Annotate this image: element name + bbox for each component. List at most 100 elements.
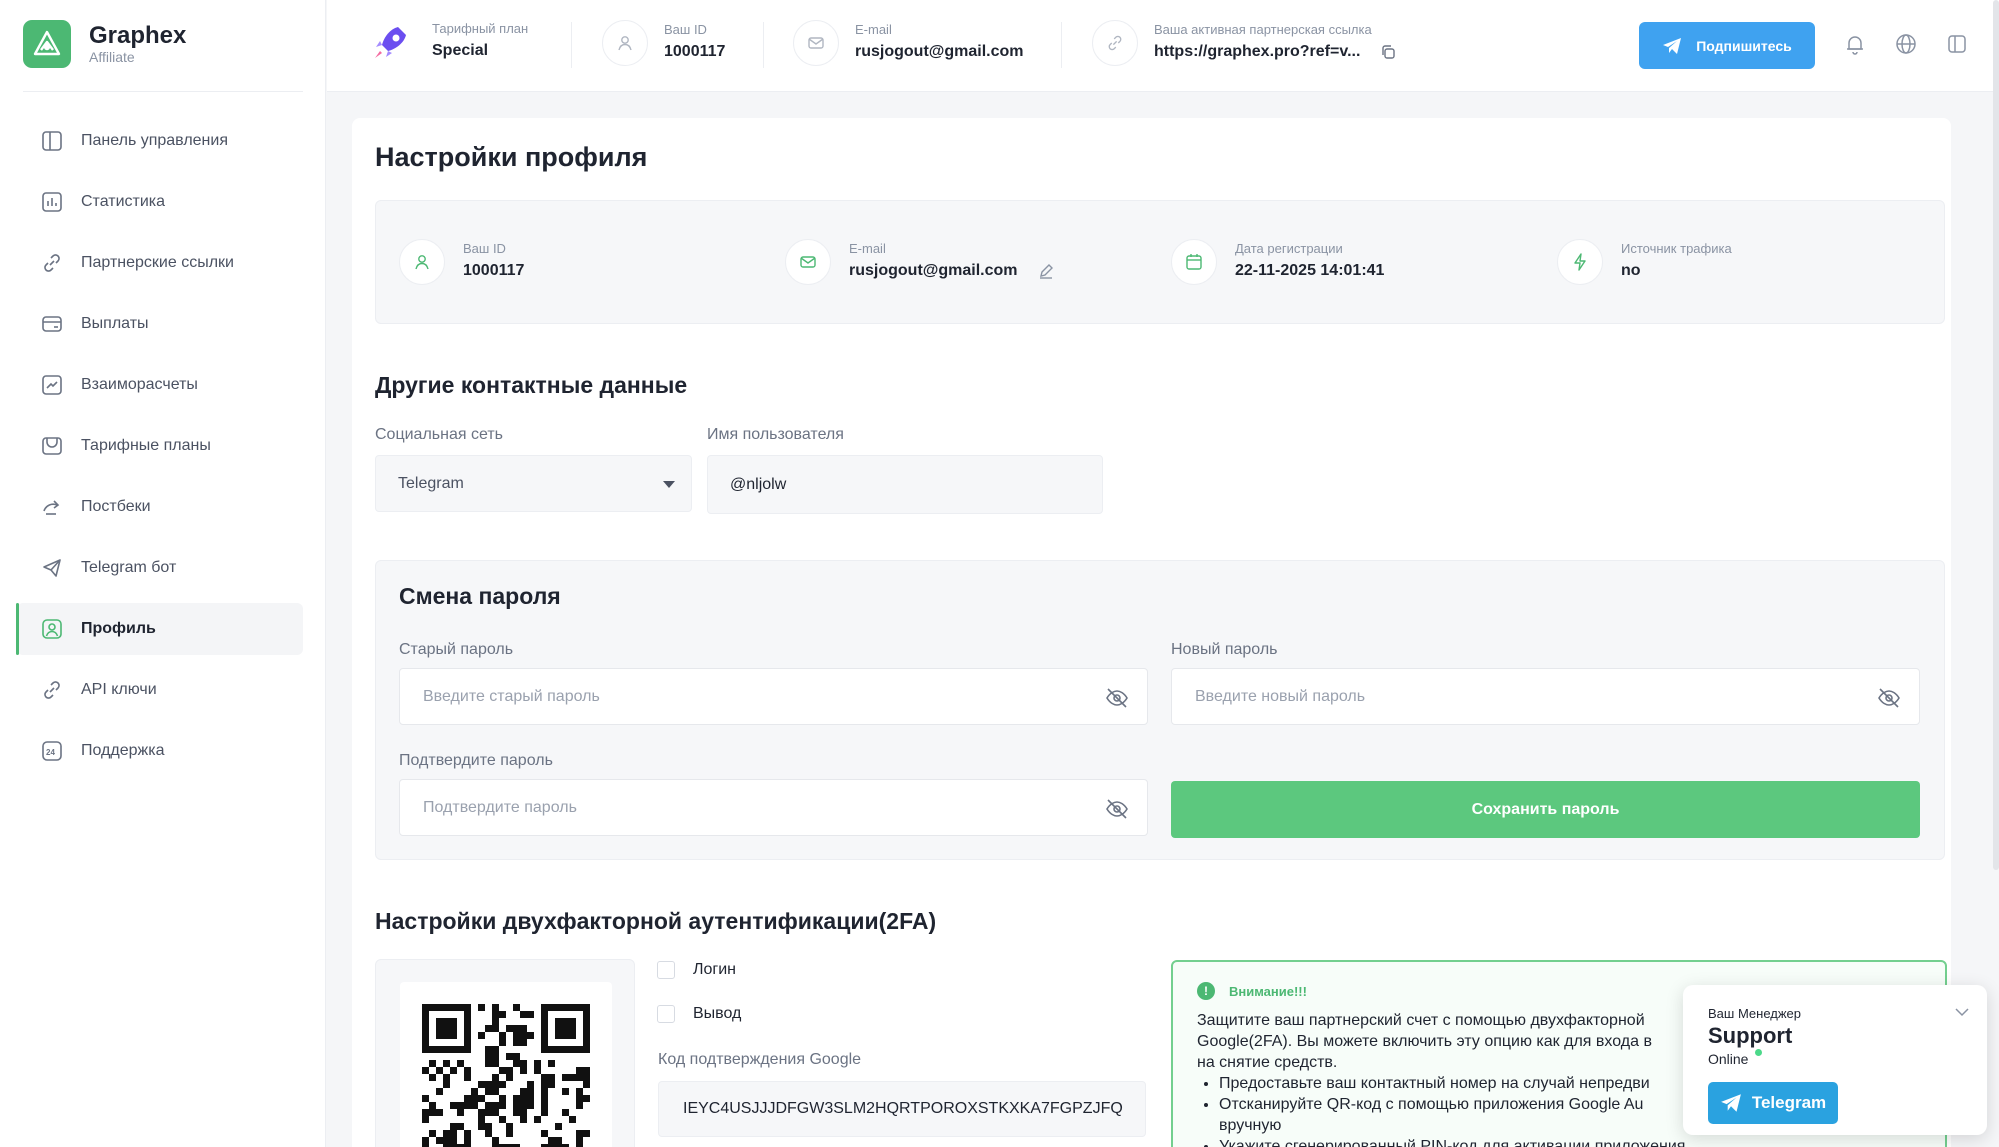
plan-label: Тарифный план [432, 21, 529, 36]
eye-off-icon[interactable] [1877, 686, 1901, 710]
mail-icon [793, 20, 839, 66]
support-widget: Ваш Менеджер Support Online Telegram [1683, 985, 1987, 1135]
google-code-label: Код подтверждения Google [658, 1051, 862, 1068]
withdraw-label: Вывод [693, 1005, 742, 1022]
sidebar-item-label: Постбеки [81, 498, 151, 515]
chevron-down-icon[interactable] [1953, 1003, 1971, 1021]
sidebar-item-label: Профиль [81, 620, 156, 637]
info-email: E-mail rusjogout@gmail.com [785, 239, 1054, 285]
dashboard-icon [41, 130, 63, 152]
info-email-label: E-mail [849, 241, 886, 256]
sidebar-divider [23, 91, 303, 92]
chart-icon [41, 191, 63, 213]
sidebar-item-api-keys[interactable]: API ключи [17, 664, 303, 716]
subscribe-button[interactable]: Подпишитесь [1639, 22, 1815, 69]
sidebar-item-label: Telegram бот [81, 559, 177, 576]
sidebar: Graphex Affiliate Панель управления Стат… [0, 0, 326, 1147]
manager-status: Online [1708, 1051, 1749, 1067]
sidebar-item-label: Взаиморасчеты [81, 376, 198, 393]
info-id-value: 1000117 [463, 262, 525, 279]
lightning-icon [1557, 239, 1603, 285]
google-code-field[interactable]: IEYC4USJJJDFGW3SLM2HQRTPOROXSTKXKA7FGPZJ… [658, 1081, 1146, 1137]
confirm-password-input[interactable]: Подтвердите пароль [399, 779, 1148, 836]
sidebar-item-support[interactable]: 24 Поддержка [17, 725, 303, 777]
social-value: Telegram [398, 474, 464, 492]
twofa-title: Настройки двухфакторной аутентификации(2… [375, 908, 937, 934]
new-password-input[interactable]: Введите новый пароль [1171, 668, 1920, 725]
manager-name: Support [1708, 1023, 1793, 1048]
plan-info: Тарифный план Special [370, 20, 528, 64]
link-icon [1092, 20, 1138, 66]
new-password-placeholder: Введите новый пароль [1195, 687, 1366, 705]
sidebar-item-profile[interactable]: Профиль [16, 603, 303, 655]
page-title: Настройки профиля [375, 142, 648, 172]
layout-toggle-icon[interactable] [1945, 32, 1969, 56]
sidebar-item-partner-links[interactable]: Партнерские ссылки [17, 237, 303, 289]
header-divider [571, 22, 572, 68]
warning-bullet: Укажите сгенерированный PIN-код для акти… [1219, 1136, 1945, 1147]
sidebar-item-postbacks[interactable]: Постбеки [17, 481, 303, 533]
old-password-input[interactable]: Введите старый пароль [399, 668, 1148, 725]
sidebar-item-settlements[interactable]: Взаиморасчеты [17, 359, 303, 411]
confirm-password-placeholder: Подтвердите пароль [423, 798, 577, 816]
copy-icon[interactable] [1380, 44, 1396, 60]
profile-info-box: Ваш ID 1000117 E-mail rusjogout@gmail.co… [375, 200, 1945, 324]
new-password-label: Новый пароль [1171, 641, 1278, 658]
contacts-title: Другие контактные данные [375, 372, 688, 398]
partner-link-label: Ваша активная партнерская ссылка [1154, 22, 1372, 37]
sidebar-item-dashboard[interactable]: Панель управления [17, 115, 303, 167]
sidebar-item-plans[interactable]: Тарифные планы [17, 420, 303, 472]
id-value: 1000117 [664, 43, 726, 60]
social-label: Социальная сеть [375, 426, 503, 443]
edit-icon[interactable] [1038, 263, 1054, 279]
sidebar-item-label: Панель управления [81, 132, 228, 149]
source-value: no [1621, 262, 1641, 279]
brand-name: Graphex [89, 22, 187, 49]
login-checkbox[interactable] [657, 961, 675, 979]
id-label: Ваш ID [664, 22, 707, 37]
profile-icon [41, 618, 63, 640]
wallet-icon [41, 313, 63, 335]
telegram-button-label: Telegram [1751, 1093, 1827, 1112]
sidebar-item-label: Тарифные планы [81, 437, 211, 454]
user-icon [602, 20, 648, 66]
brand-logo[interactable]: Graphex Affiliate [23, 20, 186, 68]
info-user-id: Ваш ID 1000117 [399, 239, 524, 285]
globe-icon[interactable] [1894, 32, 1918, 56]
page-scrollbar[interactable] [1993, 0, 1999, 870]
info-email-value: rusjogout@gmail.com [849, 262, 1018, 279]
eye-off-icon[interactable] [1105, 686, 1129, 710]
mail-icon [785, 239, 831, 285]
warning-bullet-text: вручную [1219, 1117, 1282, 1134]
confirm-password-label: Подтвердите пароль [399, 752, 553, 769]
user-icon [399, 239, 445, 285]
telegram-icon [41, 557, 63, 579]
header-user-id: Ваш ID 1000117 [602, 20, 725, 66]
sidebar-item-telegram-bot[interactable]: Telegram бот [17, 542, 303, 594]
sidebar-item-payouts[interactable]: Выплаты [17, 298, 303, 350]
partner-link-value: https://graphex.pro?ref=v... [1154, 43, 1361, 60]
google-code-value: IEYC4USJJJDFGW3SLM2HQRTPOROXSTKXKA7FGPZJ… [683, 1100, 1123, 1117]
eye-off-icon[interactable] [1105, 797, 1129, 821]
plans-icon [41, 435, 63, 457]
email-value: rusjogout@gmail.com [855, 43, 1024, 60]
withdraw-checkbox-row[interactable]: Вывод [657, 1005, 741, 1023]
telegram-icon [1663, 37, 1682, 54]
social-network-select[interactable]: Telegram [375, 455, 692, 512]
save-password-button[interactable]: Сохранить пароль [1171, 781, 1920, 838]
telegram-contact-button[interactable]: Telegram [1708, 1082, 1838, 1124]
link-icon [41, 252, 63, 274]
sidebar-nav: Панель управления Статистика Партнерские… [16, 115, 303, 786]
sidebar-item-statistics[interactable]: Статистика [17, 176, 303, 228]
username-input[interactable]: @nljolw [707, 455, 1103, 514]
withdraw-checkbox[interactable] [657, 1005, 675, 1023]
warning-bullet-text: Отсканируйте QR-код с помощью приложения… [1219, 1096, 1644, 1113]
info-id-label: Ваш ID [463, 241, 506, 256]
info-registration: Дата регистрации 22-11-2025 14:01:41 [1171, 239, 1384, 285]
bell-icon[interactable] [1843, 32, 1867, 56]
header-email: E-mail rusjogout@gmail.com [793, 20, 1024, 66]
login-label: Логин [693, 961, 737, 978]
sidebar-item-label: Поддержка [81, 742, 165, 759]
password-change-box: Смена пароля Старый пароль Введите стары… [375, 560, 1945, 860]
login-checkbox-row[interactable]: Логин [657, 961, 736, 979]
